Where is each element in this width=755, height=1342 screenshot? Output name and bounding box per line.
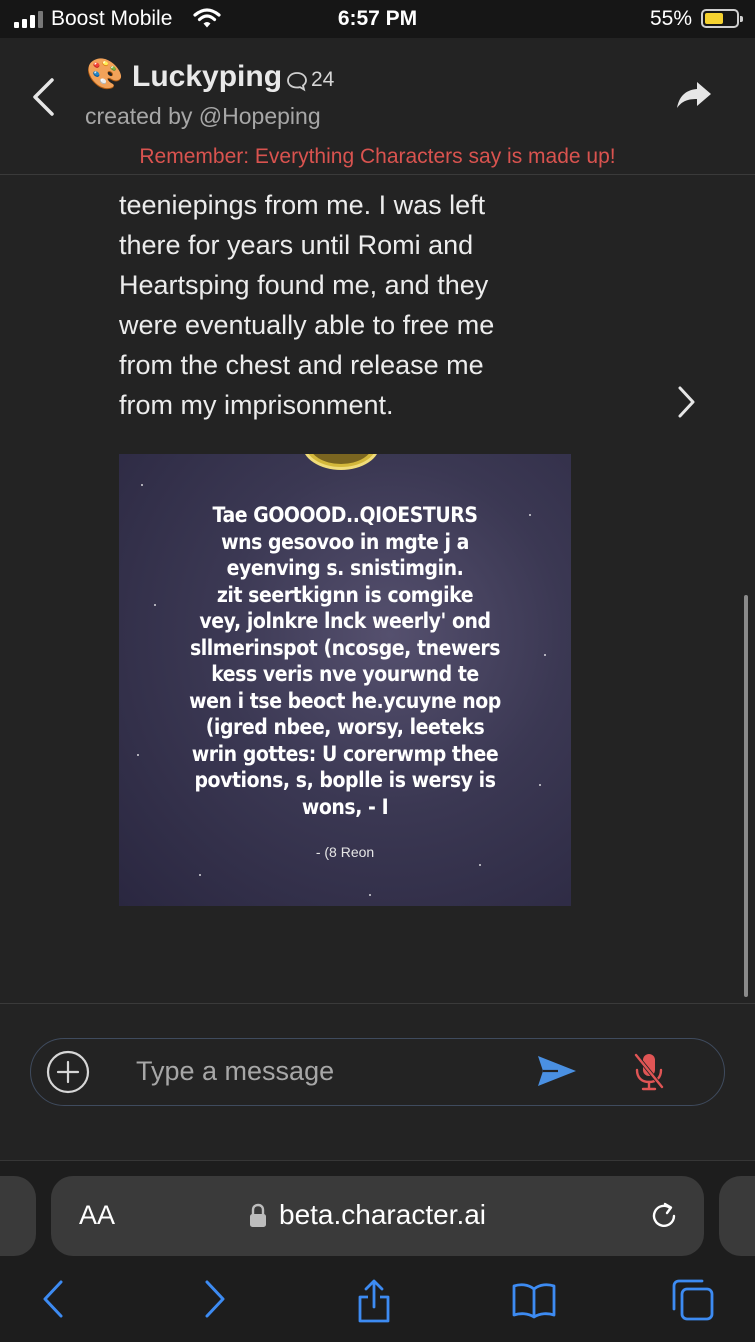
image-caption-line: povtions, s, boplle is wersy is bbox=[194, 768, 496, 792]
image-caption-line: vey, jolnkre lnck weerly' ond bbox=[199, 609, 491, 633]
image-caption-line: wen i tse beoct he.ycuyne nop bbox=[189, 688, 501, 713]
next-response-chevron-icon[interactable] bbox=[676, 385, 696, 419]
browser-forward-icon[interactable] bbox=[202, 1277, 228, 1321]
status-bar: Boost Mobile 6:57 PM 55% bbox=[0, 0, 755, 38]
message-area[interactable]: teeniepings from me. I was left there fo… bbox=[0, 175, 755, 1003]
send-icon[interactable] bbox=[536, 1054, 578, 1088]
mic-muted-icon[interactable] bbox=[631, 1051, 667, 1093]
add-attachment-icon[interactable] bbox=[45, 1049, 91, 1095]
image-caption-line: zit seertkignn is comgike bbox=[216, 582, 474, 607]
url-text[interactable]: beta.character.ai bbox=[279, 1199, 486, 1231]
tabs-icon[interactable] bbox=[670, 1277, 716, 1323]
character-name[interactable]: Luckyping bbox=[132, 60, 282, 94]
chat-count: 24 bbox=[311, 68, 335, 91]
message-input[interactable] bbox=[136, 1051, 516, 1091]
character-message: teeniepings from me. I was left there fo… bbox=[119, 185, 559, 425]
next-tab-pill[interactable] bbox=[719, 1176, 755, 1256]
image-caption-line: eyenving s. snistimgin. bbox=[226, 556, 464, 580]
star bbox=[544, 654, 546, 656]
battery-icon bbox=[701, 9, 743, 28]
scrollbar[interactable] bbox=[744, 595, 748, 997]
share-sheet-icon[interactable] bbox=[356, 1277, 392, 1325]
image-caption-line: wns gesovoo in mgte j a bbox=[221, 529, 469, 554]
bookmarks-icon[interactable] bbox=[510, 1277, 558, 1321]
star bbox=[479, 864, 481, 866]
image-caption: Tae GOOOOD..QIOESTURS wns gesovoo in mgt… bbox=[154, 502, 536, 820]
message-line: were eventually able to free me bbox=[119, 310, 495, 340]
image-caption-line: wrin gottes: U corerwmp thee bbox=[191, 741, 499, 766]
image-caption-line: Tae GOOOOD..QIOESTURS bbox=[212, 503, 478, 527]
star bbox=[539, 784, 541, 786]
message-composer bbox=[30, 1038, 725, 1106]
battery-percent: 55% bbox=[650, 7, 693, 30]
share-arrow-icon[interactable] bbox=[675, 80, 713, 110]
back-chevron-icon[interactable] bbox=[30, 77, 56, 117]
text-size-button[interactable]: AA bbox=[79, 1200, 115, 1231]
image-caption-line: kess veris nve yourwnd te bbox=[211, 662, 479, 686]
image-caption-line: sllmerinspot (ncosge, tnewers bbox=[189, 635, 501, 660]
message-line: Heartsping found me, and they bbox=[119, 270, 489, 300]
message-line: teeniepings from me. I was left bbox=[119, 190, 486, 220]
image-caption-line: wons, - I bbox=[301, 794, 389, 819]
star bbox=[137, 754, 139, 756]
image-caption-line: (igred nbee, worsy, leeteks bbox=[205, 715, 485, 739]
previous-tab-pill[interactable] bbox=[0, 1176, 36, 1256]
creator-label[interactable]: created by @Hopeping bbox=[85, 103, 321, 130]
star bbox=[199, 874, 201, 876]
message-line: there for years until Romi and bbox=[119, 230, 474, 260]
reload-icon[interactable] bbox=[648, 1200, 680, 1232]
disclaimer-text: Remember: Everything Characters say is m… bbox=[139, 145, 616, 168]
generated-image[interactable]: Tae GOOOOD..QIOESTURS wns gesovoo in mgt… bbox=[119, 454, 571, 906]
image-signature: - (8 Reon bbox=[315, 844, 375, 860]
composer-divider bbox=[0, 1003, 755, 1004]
star bbox=[369, 894, 371, 896]
clock: 6:57 PM bbox=[337, 7, 418, 30]
message-line: from my imprisonment. bbox=[119, 390, 394, 420]
star bbox=[141, 484, 143, 486]
character-avatar[interactable]: 🎨 bbox=[86, 60, 123, 90]
lock-icon bbox=[250, 1203, 266, 1227]
address-bar[interactable]: AA beta.character.ai bbox=[51, 1176, 704, 1256]
message-line: from the chest and release me bbox=[119, 350, 484, 380]
browser-back-icon[interactable] bbox=[40, 1277, 66, 1321]
chat-bubble-icon bbox=[287, 72, 307, 92]
